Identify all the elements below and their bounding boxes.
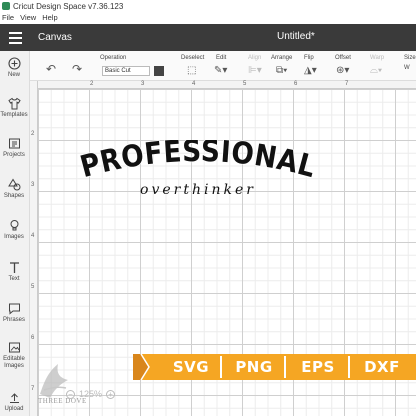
sidebar-item-label: Shapes [3,193,25,199]
ruler-tick-label: 4 [192,81,196,87]
ruler-tick-label: 7 [345,81,349,87]
operation-group: Operation [100,55,126,61]
file-format-ribbon: SVG PNG EPS DXF [133,350,416,384]
warp-icon: ⌓▾ [370,65,383,76]
deselect-group: Deselect [181,55,204,61]
size-label: Size [404,55,416,61]
zoom-level: 125% [79,389,103,399]
size-group: Size W [404,55,416,71]
shapes-icon [7,178,20,191]
flip-label: Flip [304,55,314,61]
edit-group: Edit [216,55,226,61]
plus-circle-icon [7,57,21,70]
sidebar-item-projects[interactable]: Projects [0,137,28,158]
upload-icon [9,393,19,403]
document-title[interactable]: Untitled* [277,31,315,42]
offset-icon[interactable]: ⊛▾ [336,66,349,76]
ruler-tick-label: 2 [31,131,35,137]
ruler-tick-label: 6 [294,81,298,87]
lightbulb-icon [10,220,18,231]
ruler-tick-label: 2 [90,81,94,87]
sidebar-item-upload[interactable]: Upload [0,391,28,412]
sidebar-item-new[interactable]: New [0,57,28,78]
ruler-tick-label: 3 [31,182,35,188]
redo-icon[interactable]: ↷ [72,62,82,76]
design-artwork[interactable]: PROFESSIONAL overthinker [78,140,318,204]
format-svg: SVG [172,358,210,376]
window-title-bar: Cricut Design Space v7.36.123 [0,0,416,12]
section-title: Canvas [38,32,72,43]
menu-help[interactable]: Help [42,13,57,22]
menu-file[interactable]: File [2,13,14,22]
align-label: Align [248,55,262,61]
window-title: Cricut Design Space v7.36.123 [13,1,124,11]
material-color-swatch[interactable] [154,66,164,76]
arrange-group: Arrange [271,55,292,61]
format-dxf: DXF [364,358,400,376]
sidebar-item-phrases[interactable]: Phrases [0,302,28,323]
operation-label: Operation [100,55,127,61]
design-script-text[interactable]: overthinker [140,182,256,198]
app-header: Canvas Untitled* [0,24,416,51]
pencil-icon[interactable]: ✎▾ [214,66,227,76]
sidebar-item-shapes[interactable]: Shapes [0,178,28,199]
format-eps: EPS [301,358,335,376]
menu-view[interactable]: View [20,13,36,22]
sidebar-item-templates[interactable]: Templates [0,97,28,118]
align-group: Align [248,55,261,61]
offset-group: Offset [335,55,351,61]
shirt-icon [7,97,21,110]
ruler-tick-label: 5 [31,284,35,290]
align-icon: ⊫▾ [248,65,262,76]
warp-label: Warp [370,55,385,61]
sidebar-item-images[interactable]: Images [0,219,28,240]
size-width-label: W [404,65,410,71]
deselect-icon[interactable]: ⬚ [187,66,196,76]
zoom-control: − 125% + [66,389,116,399]
flip-icon[interactable]: ◮▾ [304,66,317,76]
sidebar-item-label: New [7,72,20,78]
text-icon [9,262,19,273]
sidebar-item-label: Phrases [2,317,25,323]
deselect-label: Deselect [181,55,205,61]
edit-label: Edit [216,55,227,61]
dove-watermark-logo [30,360,80,416]
zoom-out-button[interactable]: − [66,389,75,399]
folder-icon [8,138,20,149]
sidebar-item-text[interactable]: Text [0,261,28,282]
undo-icon[interactable]: ↶ [46,62,56,76]
operation-select[interactable]: Basic Cut [102,66,150,76]
sidebar-item-label: Editable Images [3,356,25,369]
ruler-tick-label: 3 [141,81,145,87]
ruler-tick-label: 4 [31,233,35,239]
sidebar-item-label: Images [4,234,24,240]
arrange-label: Arrange [271,55,293,61]
top-ruler: 2 3 4 5 6 7 [30,81,416,89]
sidebar-item-label: Upload [4,406,24,412]
left-sidebar: New Templates Projects Shapes Images Tex… [0,51,30,416]
arrange-icon[interactable]: ⧉▾ [276,66,287,76]
offset-label: Offset [335,55,351,61]
format-png: PNG [235,358,273,376]
warp-group: Warp [370,55,384,61]
ruler-tick-label: 5 [243,81,247,87]
sidebar-item-label: Projects [3,152,25,158]
edit-toolbar: ↶ ↷ Operation Basic Cut Deselect ⬚ Edit … [30,51,416,81]
hamburger-menu-icon[interactable] [0,24,30,51]
speech-bubble-icon [8,303,20,315]
sidebar-item-editable-images[interactable]: Editable Images [0,341,28,370]
menu-bar: File View Help [0,12,416,23]
sidebar-item-label: Text [8,276,20,282]
edit-image-icon [8,342,20,353]
ruler-tick-label: 6 [31,335,35,341]
design-headline[interactable]: PROFESSIONAL [78,140,318,186]
flip-group: Flip [304,55,314,61]
sidebar-item-label: Templates [0,112,28,118]
zoom-in-button[interactable]: + [106,389,116,399]
app-logo-icon [2,2,10,10]
